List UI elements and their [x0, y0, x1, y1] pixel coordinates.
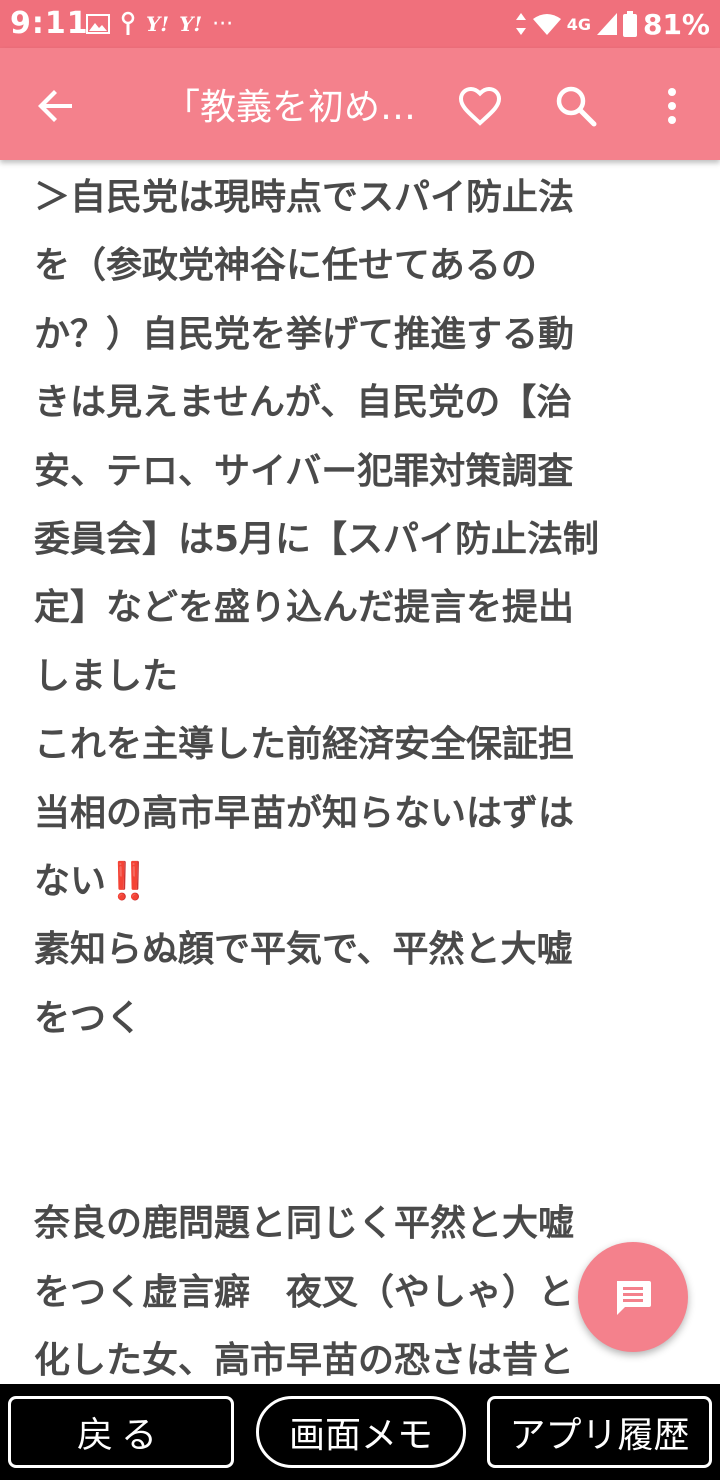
screen-memo-button[interactable]: 画面メモ — [256, 1396, 466, 1468]
status-bar: 9:11 Y! Y! ··· 4G 81% — [0, 0, 720, 48]
bottom-nav-bar: 戻る 画面メモ アプリ履歴 — [0, 1384, 720, 1480]
signal-icon — [596, 13, 617, 35]
page-title: 「教義を初め… — [164, 87, 417, 128]
heart-icon[interactable] — [456, 82, 504, 130]
yahoo-icon-2: Y! — [179, 12, 203, 36]
more-notifications-icon: ··· — [212, 11, 234, 37]
yahoo-icon-1: Y! — [146, 12, 170, 36]
app-history-button[interactable]: アプリ履歴 — [487, 1396, 712, 1468]
app-bar: 「教義を初め… — [0, 48, 720, 160]
battery-percent: 81% — [642, 7, 710, 41]
notification-icons: Y! Y! ··· — [86, 10, 233, 38]
article-text: ＞自民党は現時点でスパイ防止法 を（参政党神谷に任せてあるの か？）自民党を挙げ… — [34, 177, 600, 1381]
system-icons: 4G 81% — [515, 6, 710, 42]
more-vert-icon[interactable] — [648, 82, 696, 130]
article-content[interactable]: ＞自民党は現時点でスパイ防止法 を（参政党神谷に任せてあるの か？）自民党を挙げ… — [0, 160, 720, 1384]
back-button[interactable]: 戻る — [8, 1396, 234, 1468]
search-icon[interactable] — [552, 82, 600, 130]
info-notification-icon — [121, 11, 135, 35]
comment-icon — [617, 1281, 651, 1315]
wifi-icon — [532, 14, 561, 35]
image-notification-icon — [86, 14, 110, 34]
data-transfer-icon — [515, 13, 526, 35]
network-type: 4G — [566, 14, 591, 34]
status-time: 9:11 — [10, 6, 89, 41]
battery-icon — [622, 11, 637, 37]
comment-fab[interactable] — [578, 1242, 688, 1352]
back-arrow-icon[interactable] — [32, 82, 80, 130]
